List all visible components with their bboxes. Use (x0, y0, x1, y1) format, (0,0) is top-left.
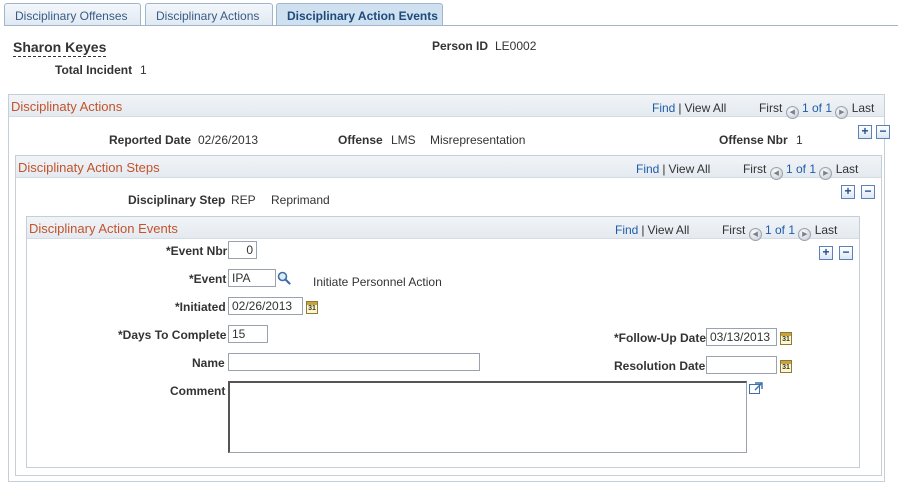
remove-step-icon[interactable]: − (861, 185, 875, 199)
event-description: Initiate Personnel Action (313, 275, 442, 289)
tab-label: Disciplinary Offenses (15, 9, 128, 23)
tab-disciplinary-offenses[interactable]: Disciplinary Offenses (4, 3, 141, 26)
disciplinary-step-code: REP (231, 193, 256, 207)
offense-description: Misrepresentation (430, 133, 526, 147)
first-label: First (721, 223, 746, 237)
tab-label: Disciplinary Action Events (287, 9, 438, 23)
box-header: Disciplinaty Actions Find | View All First… (9, 95, 884, 119)
last-label: Last (835, 162, 859, 176)
event-nbr-label: *Event Nbr (166, 244, 228, 258)
scroll-nav: Find | View All First ◀ 1 of 1 ▶ Last (636, 162, 858, 180)
offense-nbr-value: 1 (796, 133, 803, 147)
reported-date-value: 02/26/2013 (198, 133, 259, 147)
offense-label: Offense (338, 133, 383, 147)
last-label: Last (814, 223, 838, 237)
next-icon[interactable]: ▶ (798, 228, 812, 241)
find-link[interactable]: Find (652, 101, 675, 115)
find-link[interactable]: Find (615, 223, 638, 237)
event-label: *Event (189, 272, 227, 286)
next-icon[interactable]: ▶ (819, 167, 833, 180)
comment-textarea[interactable] (228, 381, 747, 453)
days-to-complete-field[interactable] (228, 325, 268, 343)
view-all-link[interactable]: View All (684, 101, 726, 115)
first-label: First (742, 162, 767, 176)
box-header: Disciplinaty Action Steps Find | View All … (16, 156, 881, 180)
expand-icon[interactable] (749, 382, 763, 394)
name-field[interactable] (228, 353, 480, 371)
initiated-label: *Initiated (175, 300, 226, 314)
total-incident-value: 1 (140, 63, 147, 77)
prev-icon[interactable]: ◀ (748, 228, 762, 241)
tab-divider (4, 25, 898, 26)
days-to-complete-label: *Days To Complete (118, 328, 227, 342)
tab-disciplinary-action-events[interactable]: Disciplinary Action Events (276, 3, 443, 26)
row-count: 1 of 1 (764, 223, 796, 237)
remove-event-icon[interactable]: − (839, 246, 853, 260)
prev-icon[interactable]: ◀ (785, 106, 799, 119)
disciplinary-step-description: Reprimand (271, 193, 330, 207)
resolution-date-field[interactable] (706, 356, 777, 374)
scroll-nav: Find | View All First ◀ 1 of 1 ▶ Last (615, 223, 837, 241)
tab-label: Disciplinary Actions (156, 9, 260, 23)
offense-nbr-label: Offense Nbr (719, 133, 788, 147)
comment-label: Comment (170, 384, 226, 398)
reported-date-label: Reported Date (109, 133, 192, 147)
add-event-icon[interactable]: + (819, 246, 833, 260)
resolution-date-label: Resolution Date (614, 359, 706, 373)
first-label: First (758, 101, 783, 115)
tab-disciplinary-actions[interactable]: Disciplinary Actions (145, 3, 273, 26)
last-label: Last (851, 101, 875, 115)
total-incident-label: Total Incident (55, 63, 133, 77)
calendar-icon[interactable]: 31 (780, 332, 792, 345)
calendar-icon[interactable]: 31 (780, 360, 792, 373)
view-all-link[interactable]: View All (647, 223, 689, 237)
event-code-field[interactable] (228, 269, 276, 287)
person-id-value: LE0002 (495, 39, 537, 53)
name-label: Name (192, 356, 225, 370)
view-all-link[interactable]: View All (668, 162, 710, 176)
follow-up-date-field[interactable] (706, 328, 777, 346)
calendar-icon[interactable]: 31 (306, 301, 318, 314)
person-id-label: Person ID (432, 39, 489, 53)
section-title: Disciplinary Action Events (29, 221, 178, 236)
section-title: Disciplinaty Action Steps (18, 160, 160, 175)
row-count: 1 of 1 (801, 101, 833, 115)
follow-up-date-label: *Follow-Up Date (614, 331, 706, 345)
remove-action-icon[interactable]: − (876, 125, 890, 139)
box-header: Disciplinary Action Events Find | View All… (27, 217, 859, 241)
search-icon[interactable] (277, 271, 291, 285)
scroll-nav: Find | View All First ◀ 1 of 1 ▶ Last (652, 101, 874, 119)
prev-icon[interactable]: ◀ (769, 167, 783, 180)
add-action-icon[interactable]: + (858, 125, 872, 139)
event-nbr-field[interactable] (228, 241, 257, 259)
initiated-date-field[interactable] (228, 297, 303, 315)
find-link[interactable]: Find (636, 162, 659, 176)
section-title: Disciplinaty Actions (11, 99, 123, 114)
disciplinary-step-label: Disciplinary Step (128, 193, 226, 207)
offense-code: LMS (391, 133, 416, 147)
add-step-icon[interactable]: + (841, 185, 855, 199)
person-name: Sharon Keyes (13, 39, 107, 57)
row-count: 1 of 1 (785, 162, 817, 176)
next-icon[interactable]: ▶ (835, 106, 849, 119)
